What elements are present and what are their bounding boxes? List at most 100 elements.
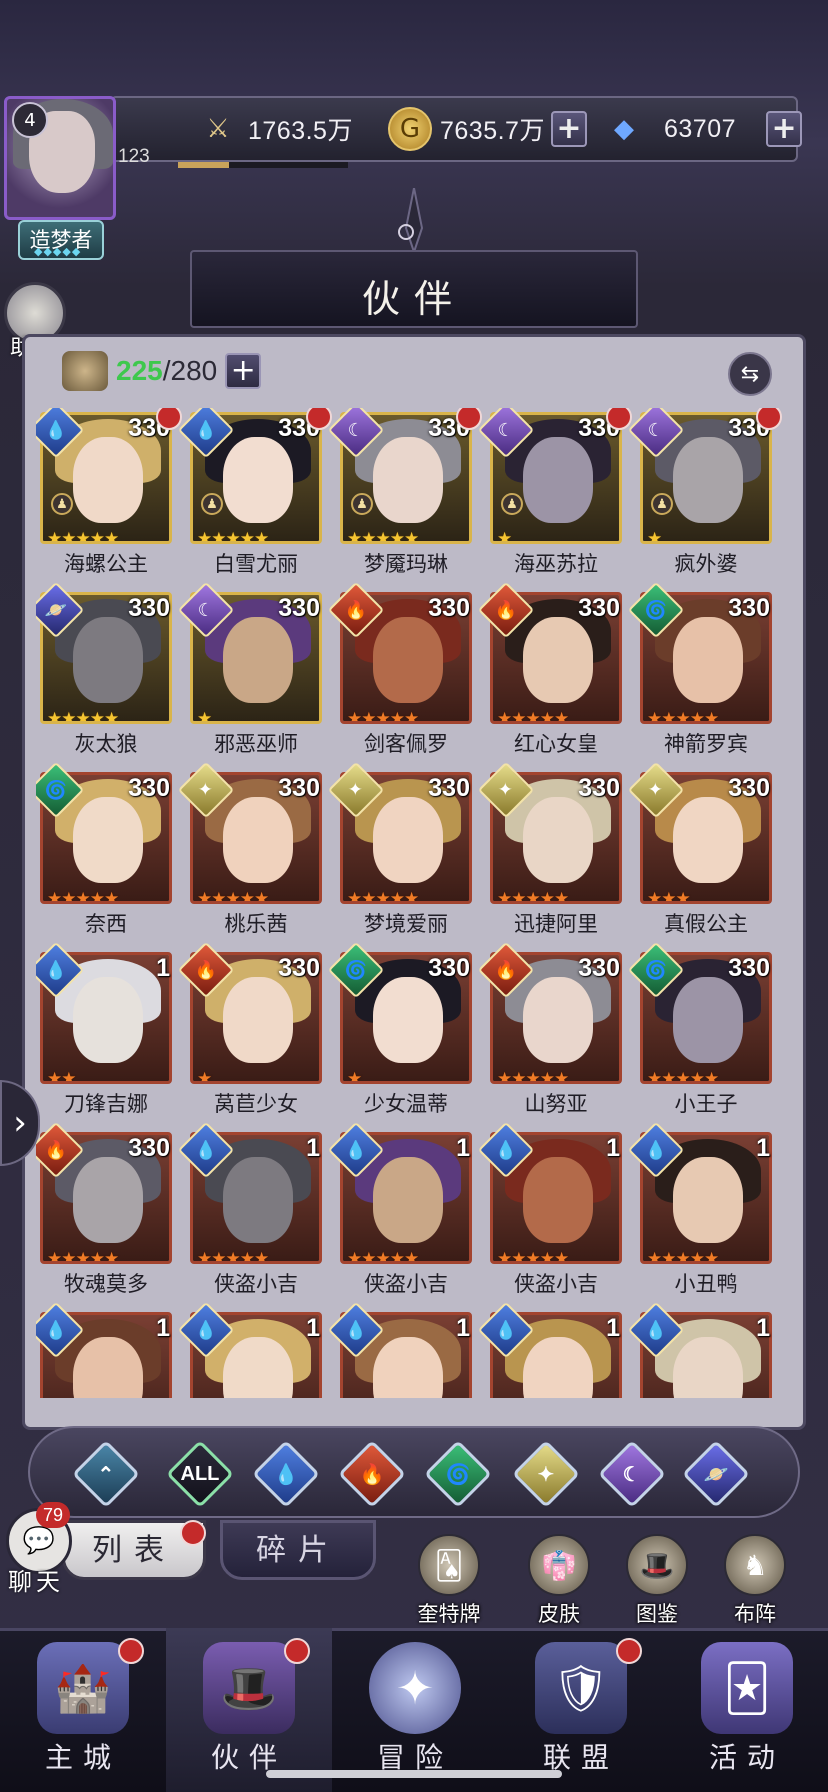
companion-card[interactable]: 💧 1	[327, 1301, 476, 1398]
tab-fragments[interactable]: 碎片	[220, 1520, 376, 1580]
companion-name: 疯外婆	[674, 552, 738, 576]
companion-level: 330	[728, 594, 770, 622]
companion-name: 海螺公主	[64, 552, 148, 576]
companion-card[interactable]: ★★★★★ ♟ 💧 330 海螺公主	[36, 408, 182, 578]
companion-name: 小王子	[674, 1092, 738, 1116]
portrait-face	[223, 977, 293, 1063]
companion-card[interactable]: ★★★★★ ♟ ☾ 330 梦魇玛琳	[327, 408, 482, 578]
companion-card[interactable]: ★★★★★ 🌀 330 神箭罗宾	[627, 581, 776, 758]
companion-name: 牧魂莫多	[64, 1272, 148, 1296]
portrait-face	[673, 1157, 743, 1243]
add-diamond-button[interactable]: +	[766, 111, 803, 147]
witch-hat-icon: 🎩	[203, 1642, 295, 1734]
tarot-button[interactable]: 🂡 奎特牌	[404, 1534, 494, 1628]
companion-name: 梦境爱丽	[364, 912, 448, 936]
portrait-face	[73, 797, 143, 883]
companions-icon	[62, 351, 108, 391]
companion-name: 少女温蒂	[364, 1092, 448, 1116]
companion-card[interactable]: ★★★★★ 💧 1 侠盗小吉	[477, 1121, 626, 1298]
companion-card[interactable]: ★★ 💧 1 刀锋吉娜	[36, 941, 176, 1118]
companion-card[interactable]: ★ ♟ ☾ 330 疯外婆	[627, 408, 782, 578]
companion-card[interactable]: ★★★★★ ✦ 330 梦境爱丽	[327, 761, 476, 938]
diamond-display: ◆ 63707 +	[602, 106, 803, 152]
companion-red-dot	[306, 408, 332, 430]
companion-card[interactable]: ★ ♟ ☾ 330 海巫苏拉	[477, 408, 632, 578]
companion-card[interactable]: ★★★★★ 🔥 330 山努亚	[477, 941, 626, 1118]
diamond-icon: ◆	[614, 114, 634, 144]
star-rating: ★★★★★	[347, 529, 419, 544]
companion-level: 330	[728, 774, 770, 802]
formation-label: 布阵	[734, 1602, 776, 1626]
companion-card[interactable]: ★ 🔥 330 莴苣少女	[177, 941, 326, 1118]
player-level-badge: 4	[12, 102, 48, 138]
companion-card[interactable]: 💧 1	[177, 1301, 326, 1398]
companion-card[interactable]: ★★★★★ ✦ 330 迅捷阿里	[477, 761, 626, 938]
companion-level: 1	[456, 1134, 470, 1162]
home-indicator	[266, 1770, 562, 1778]
companion-card[interactable]: 💧 1	[477, 1301, 626, 1398]
star-rating: ★★★★★	[497, 1249, 569, 1264]
companion-card[interactable]: 💧 1	[627, 1301, 776, 1398]
companion-card[interactable]: ★★★★★ 💧 1 小丑鸭	[627, 1121, 776, 1298]
chat-unread-badge: 79	[36, 1502, 70, 1528]
sort-toggle-button[interactable]: ⇆	[728, 352, 772, 396]
tarot-icon: 🂡	[418, 1534, 480, 1596]
portrait-face	[523, 797, 593, 883]
star-rating: ★	[197, 709, 212, 724]
moon-crest-icon	[398, 188, 424, 252]
companion-level: 330	[128, 774, 170, 802]
companion-level: 1	[156, 1314, 170, 1342]
nav-events[interactable]: 🃏 活动	[664, 1628, 828, 1792]
expand-roster-button[interactable]: +	[225, 353, 262, 389]
nav-alliance[interactable]: 🛡 联盟	[498, 1628, 664, 1792]
companion-grid[interactable]: ★★★★★ ♟ 💧 330 海螺公主 ★★★★★ ♟ 💧 330 白雪尤丽 ★★★★★ ♟ ☾ 330 梦魇…	[36, 408, 796, 1398]
skins-button[interactable]: 👘 皮肤	[514, 1534, 604, 1628]
favorite-filter-icon: ⌃	[97, 1463, 115, 1486]
companion-card[interactable]: ★★★★★ 💧 1 侠盗小吉	[177, 1121, 326, 1298]
add-gold-button[interactable]: +	[550, 111, 587, 147]
companion-card[interactable]: ★★★★★ ♟ 💧 330 白雪尤丽	[177, 408, 332, 578]
screen: ⚔ 1763.5万 G 7635.7万 + ◆ 63707 + 4 123 造梦…	[0, 0, 828, 1792]
companion-name: 灰太狼	[74, 732, 138, 756]
companion-red-dot	[456, 408, 482, 430]
companion-card[interactable]: ★ 🌀 330 少女温蒂	[327, 941, 476, 1118]
companion-card[interactable]: ★★★★★ 💧 1 侠盗小吉	[327, 1121, 476, 1298]
companion-card[interactable]: ★★★★★ 🔥 330 红心女皇	[477, 581, 626, 758]
companion-card[interactable]: ★★★★★ 🔥 330 牧魂莫多	[36, 1121, 176, 1298]
star-rating: ★★★★★	[47, 889, 119, 904]
codex-label: 图鉴	[636, 1602, 678, 1626]
companion-card[interactable]: ★★★★★ 🌀 330 小王子	[627, 941, 776, 1118]
star-rating: ★★★★★	[197, 889, 269, 904]
star-rating: ★★★★★	[197, 1249, 269, 1264]
companion-name: 侠盗小吉	[214, 1272, 298, 1296]
star-rating: ★	[497, 529, 512, 544]
star-rating: ★★★★★	[647, 1069, 719, 1084]
portrait-face	[373, 437, 443, 523]
nav-adventure[interactable]: ✦ 冒险	[332, 1628, 498, 1792]
player-title-badge[interactable]: 造梦者 ◆◆◆◆◆	[18, 220, 104, 260]
companion-card[interactable]: ★★★★★ 🌀 330 奈西	[36, 761, 176, 938]
companion-level: 330	[578, 594, 620, 622]
formation-button[interactable]: ♞ 布阵	[710, 1534, 800, 1628]
companion-card[interactable]: 💧 1	[36, 1301, 176, 1398]
tab-list-red-dot	[180, 1520, 206, 1546]
portrait-face	[223, 1337, 293, 1398]
nav-companions[interactable]: 🎩 伙伴	[166, 1628, 332, 1792]
companion-name: 侠盗小吉	[514, 1272, 598, 1296]
codex-button[interactable]: 🎩 图鉴	[612, 1534, 702, 1628]
companion-card[interactable]: ★★★★★ 🪐 330 灰太狼	[36, 581, 176, 758]
portrait-face	[673, 797, 743, 883]
chess-piece-icon: ♟	[501, 493, 523, 515]
companion-level: 1	[306, 1314, 320, 1342]
chat-label[interactable]: 聊天	[8, 1562, 64, 1597]
companion-card[interactable]: ★ ☾ 330 邪恶巫师	[177, 581, 326, 758]
companion-card[interactable]: ★★★★★ 🔥 330 剑客佩罗	[327, 581, 476, 758]
companion-card[interactable]: ★★★★★ ✦ 330 桃乐茜	[177, 761, 326, 938]
portrait-face	[523, 1337, 593, 1398]
star-rating: ★	[347, 1069, 362, 1084]
companion-name: 真假公主	[664, 912, 748, 936]
companion-card[interactable]: ★★★ ✦ 330 真假公主	[627, 761, 776, 938]
codex-icon: 🎩	[626, 1534, 688, 1596]
star-rating: ★	[197, 1069, 212, 1084]
nav-main-city[interactable]: 🏰 主城	[0, 1628, 166, 1792]
